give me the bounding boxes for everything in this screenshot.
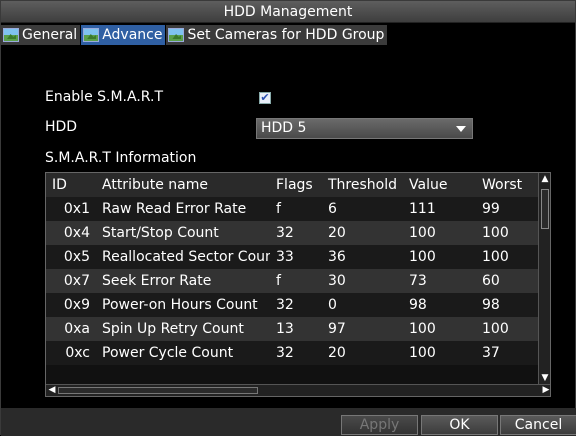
cell-id: 0xa bbox=[64, 321, 90, 337]
scroll-left-icon[interactable]: ◀ bbox=[46, 385, 58, 396]
tab-set-cameras-label: Set Cameras for HDD Group bbox=[187, 27, 385, 43]
cell-threshold: 20 bbox=[328, 225, 346, 241]
header-threshold[interactable]: Threshold bbox=[324, 173, 407, 197]
cell-flags: 32 bbox=[276, 297, 294, 313]
cell-name: Start/Stop Count bbox=[102, 225, 219, 241]
vertical-scrollbar[interactable]: ▲ ▼ bbox=[538, 173, 550, 384]
horizontal-scroll-thumb[interactable] bbox=[58, 387, 258, 394]
header-worst[interactable]: Worst bbox=[480, 173, 539, 197]
check-icon: ✔ bbox=[260, 91, 270, 104]
image-icon bbox=[83, 28, 100, 42]
table-row[interactable]: 0x9 Power-on Hours Count 32 0 98 98 bbox=[46, 293, 539, 317]
cell-value: 98 bbox=[409, 297, 427, 313]
image-icon bbox=[3, 28, 19, 42]
cell-worst: 60 bbox=[482, 273, 500, 289]
cell-threshold: 97 bbox=[328, 321, 346, 337]
header-id[interactable]: ID bbox=[46, 173, 94, 197]
cell-value: 111 bbox=[409, 201, 436, 217]
cell-worst: 37 bbox=[482, 345, 500, 361]
cell-id: 0x5 bbox=[63, 249, 90, 265]
header-value[interactable]: Value bbox=[407, 173, 480, 197]
cell-flags: 13 bbox=[276, 321, 294, 337]
cell-name: Spin Up Retry Count bbox=[102, 321, 244, 337]
header-flags[interactable]: Flags bbox=[270, 173, 324, 197]
cell-id: 0x1 bbox=[63, 201, 90, 217]
cell-value: 100 bbox=[409, 249, 436, 265]
tab-general[interactable]: General bbox=[1, 25, 81, 45]
tab-general-label: General bbox=[22, 27, 78, 43]
cell-flags: f bbox=[276, 273, 281, 289]
table-header: ID Attribute name Flags Threshold Value … bbox=[46, 173, 539, 197]
image-icon bbox=[168, 28, 185, 42]
cell-worst: 99 bbox=[482, 201, 500, 217]
hdd-management-window: HDD Management General Advance Set Camer… bbox=[0, 0, 576, 436]
cell-id: 0xc bbox=[65, 345, 90, 361]
cell-worst: 98 bbox=[482, 297, 500, 313]
cell-name: Seek Error Rate bbox=[102, 273, 212, 289]
cell-threshold: 0 bbox=[328, 297, 337, 313]
table-row[interactable]: 0xc Power Cycle Count 32 20 100 37 bbox=[46, 341, 539, 365]
window-title: HDD Management bbox=[1, 1, 575, 23]
cell-id: 0x7 bbox=[63, 273, 90, 289]
chevron-down-icon bbox=[456, 126, 466, 132]
table-row[interactable]: 0x5 Reallocated Sector Count 33 36 100 1… bbox=[46, 245, 539, 269]
cell-worst: 100 bbox=[482, 225, 509, 241]
apply-button[interactable]: Apply bbox=[341, 415, 418, 435]
cell-flags: f bbox=[276, 201, 281, 217]
cell-worst: 100 bbox=[482, 249, 509, 265]
table-row[interactable]: 0x4 Start/Stop Count 32 20 100 100 bbox=[46, 221, 539, 245]
scroll-up-icon[interactable]: ▲ bbox=[541, 174, 549, 184]
cell-id: 0x9 bbox=[63, 297, 90, 313]
ok-button[interactable]: OK bbox=[421, 415, 498, 435]
cell-name: Power-on Hours Count bbox=[102, 297, 258, 313]
cell-value: 73 bbox=[409, 273, 427, 289]
smart-table: ID Attribute name Flags Threshold Value … bbox=[45, 172, 551, 397]
cell-threshold: 36 bbox=[328, 249, 346, 265]
cell-flags: 32 bbox=[276, 225, 294, 241]
horizontal-scrollbar[interactable]: ◀ ▶ bbox=[46, 384, 550, 396]
cell-threshold: 6 bbox=[328, 201, 337, 217]
hdd-select[interactable]: HDD 5 bbox=[256, 118, 473, 139]
cell-threshold: 30 bbox=[328, 273, 346, 289]
tab-advance-label: Advance bbox=[102, 27, 163, 43]
cell-value: 100 bbox=[409, 225, 436, 241]
enable-smart-checkbox[interactable]: ✔ bbox=[259, 92, 271, 104]
tab-advance[interactable]: Advance bbox=[81, 25, 166, 45]
cell-flags: 32 bbox=[276, 345, 294, 361]
smart-info-label: S.M.A.R.T Information bbox=[45, 150, 197, 166]
tab-bar: General Advance Set Cameras for HDD Grou… bbox=[1, 25, 576, 45]
cell-name: Power Cycle Count bbox=[102, 345, 234, 361]
header-attribute-name[interactable]: Attribute name bbox=[94, 173, 270, 197]
table-row[interactable]: 0x1 Raw Read Error Rate f 6 111 99 bbox=[46, 197, 539, 221]
cell-id: 0x4 bbox=[63, 225, 90, 241]
cell-value: 100 bbox=[409, 345, 436, 361]
cell-flags: 33 bbox=[276, 249, 294, 265]
cell-threshold: 20 bbox=[328, 345, 346, 361]
cell-value: 100 bbox=[409, 321, 436, 337]
table-body: 0x1 Raw Read Error Rate f 6 111 99 0x4 S… bbox=[46, 197, 539, 365]
enable-smart-label: Enable S.M.A.R.T bbox=[45, 89, 164, 105]
hdd-select-value: HDD 5 bbox=[261, 120, 307, 136]
table-row[interactable]: 0xa Spin Up Retry Count 13 97 100 100 bbox=[46, 317, 539, 341]
vertical-scroll-thumb[interactable] bbox=[541, 189, 549, 229]
hdd-label: HDD bbox=[45, 119, 78, 135]
tab-set-cameras[interactable]: Set Cameras for HDD Group bbox=[166, 25, 388, 45]
table-row[interactable]: 0x7 Seek Error Rate f 30 73 60 bbox=[46, 269, 539, 293]
cell-name: Reallocated Sector Count bbox=[102, 249, 270, 265]
cell-name: Raw Read Error Rate bbox=[102, 201, 247, 217]
scroll-down-icon[interactable]: ▼ bbox=[541, 373, 549, 383]
scroll-right-icon[interactable]: ▶ bbox=[540, 385, 550, 396]
cancel-button[interactable]: Cancel bbox=[500, 415, 576, 435]
cell-worst: 100 bbox=[482, 321, 509, 337]
